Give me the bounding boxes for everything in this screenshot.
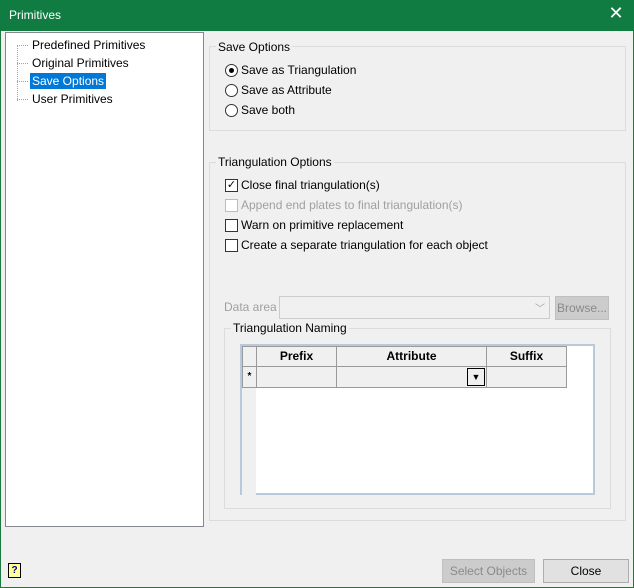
data-area-combo[interactable]: ﹀ [279,296,550,319]
naming-grid[interactable]: Prefix Attribute Suffix * ▼ [240,344,595,495]
select-objects-button[interactable]: Select Objects [442,559,535,583]
chevron-down-icon: ﹀ [535,304,545,315]
dropdown-arrow-icon[interactable]: ▼ [467,368,485,386]
radio-save-as-triangulation[interactable]: Save as Triangulation [225,63,356,79]
save-options-label: Save Options [216,40,293,54]
data-area-label: Data area [224,300,277,314]
radio-label: Save both [241,103,296,117]
radio-save-both[interactable]: Save both [225,103,295,119]
column-header-suffix[interactable]: Suffix [486,346,567,367]
new-row-marker: * [242,366,257,388]
triangulation-naming-label: Triangulation Naming [231,321,349,335]
checkbox-label: Create a separate triangulation for each… [241,238,488,252]
close-button[interactable]: Close [543,559,629,583]
tree-item-save-options[interactable]: Save Options [30,73,107,89]
checkbox-label: Warn on primitive replacement [241,218,404,232]
attribute-cell[interactable]: ▼ [336,366,487,388]
tree-item-original-primitives[interactable]: Original Primitives [30,55,131,71]
tree-view[interactable]: Predefined Primitives Original Primitive… [5,32,204,527]
close-icon[interactable]: ✕ [606,3,626,24]
checkbox-label: Append end plates to final triangulation… [241,198,463,212]
triangulation-options-label: Triangulation Options [216,155,334,169]
row-header-corner [242,346,257,367]
checkbox-warn-on-replacement[interactable]: Warn on primitive replacement [225,218,403,234]
tree-item-user-primitives[interactable]: User Primitives [30,91,115,107]
help-icon[interactable]: ? [8,563,21,578]
browse-button[interactable]: Browse... [555,296,609,320]
suffix-cell[interactable] [486,366,567,388]
column-header-attribute[interactable]: Attribute [336,346,487,367]
radio-label: Save as Triangulation [241,63,357,77]
column-header-prefix[interactable]: Prefix [256,346,337,367]
prefix-cell[interactable] [256,366,337,388]
tree-item-predefined-primitives[interactable]: Predefined Primitives [30,37,147,53]
window-title: Primitives [9,8,62,22]
radio-label: Save as Attribute [241,83,332,97]
checkbox-separate-triangulation[interactable]: Create a separate triangulation for each… [225,238,488,254]
checkbox-close-final-triangulation[interactable]: ✓ Close final triangulation(s) [225,178,380,194]
checkbox-append-end-plates[interactable]: Append end plates to final triangulation… [225,198,462,214]
title-bar: Primitives ✕ [0,0,634,31]
radio-save-as-attribute[interactable]: Save as Attribute [225,83,332,99]
checkbox-label: Close final triangulation(s) [241,178,380,192]
